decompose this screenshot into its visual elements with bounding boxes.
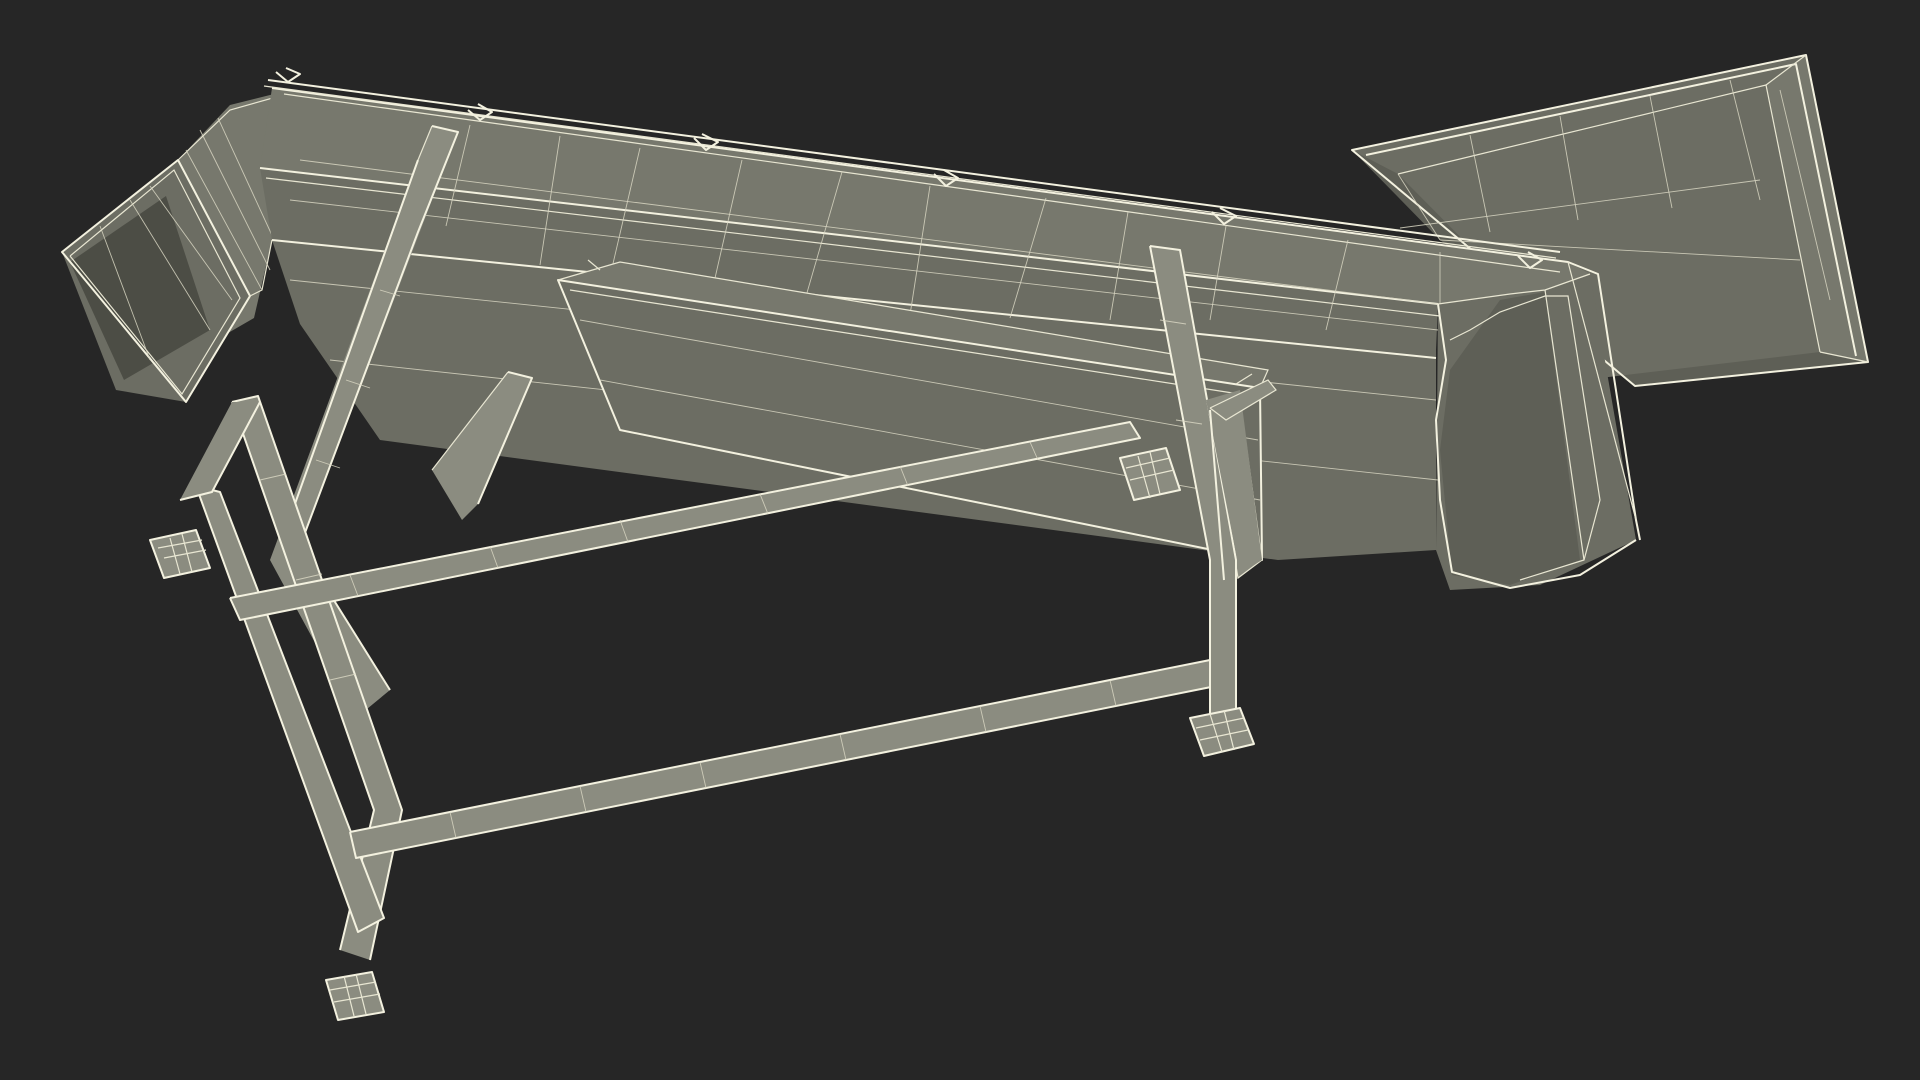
render-viewport [0, 0, 1920, 1080]
inlet-neck [61, 90, 301, 403]
wireframe-model [61, 54, 1869, 1021]
